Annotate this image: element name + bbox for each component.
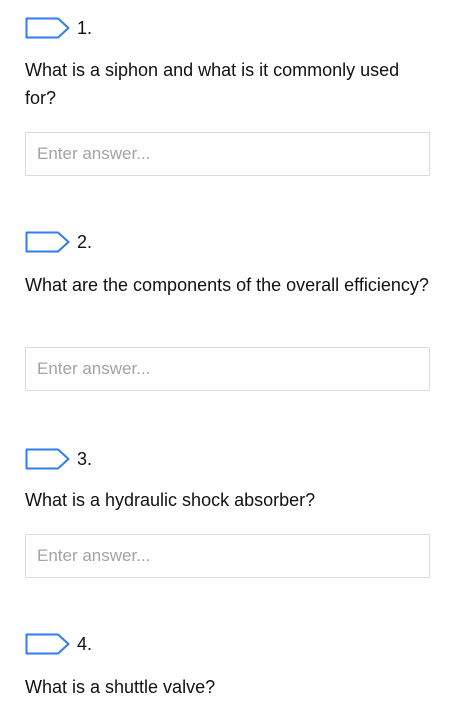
- question-text: What are the components of the overall e…: [25, 275, 429, 295]
- flag-icon[interactable]: [25, 17, 71, 39]
- question-number: 3.: [77, 449, 93, 469]
- question-number: 1.: [77, 18, 93, 38]
- question-header: 2.: [25, 230, 92, 254]
- question-number: 2.: [77, 232, 93, 252]
- answer-input[interactable]: [25, 347, 430, 391]
- question-header: 4.: [25, 632, 92, 656]
- question-header: 3.: [25, 447, 92, 471]
- question-text: What is a hydraulic shock absorber?: [25, 490, 316, 510]
- answer-input[interactable]: [25, 132, 430, 176]
- answer-input[interactable]: [25, 534, 430, 578]
- question-number: 4.: [77, 634, 93, 654]
- flag-icon[interactable]: [25, 633, 71, 655]
- question-header: 1.: [25, 16, 92, 40]
- question-text: What is a shuttle valve?: [25, 677, 216, 697]
- question-text: What is a siphon and what is it commonly…: [25, 60, 400, 108]
- flag-icon[interactable]: [25, 231, 71, 253]
- flag-icon[interactable]: [25, 448, 71, 470]
